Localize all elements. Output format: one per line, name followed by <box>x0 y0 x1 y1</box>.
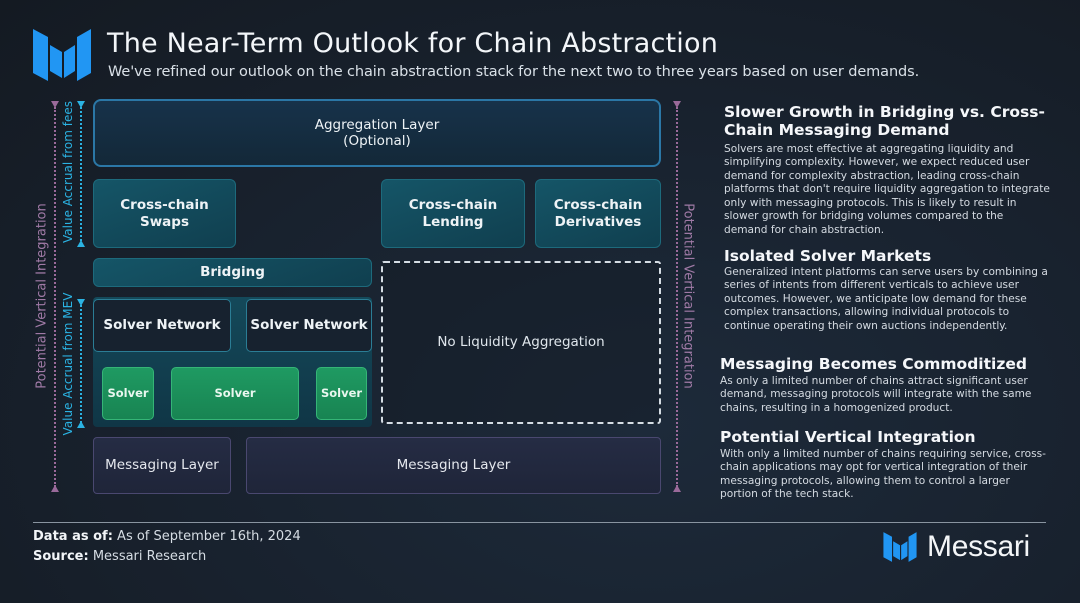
note-heading: Potential Vertical Integration <box>720 428 976 446</box>
cross-chain-lending-box: Cross-chain Lending <box>381 179 525 248</box>
page-subtitle: We've refined our outlook on the chain a… <box>108 64 920 80</box>
data-as-of-value: As of September 16th, 2024 <box>117 529 301 544</box>
note-heading-line: Chain Messaging Demand <box>724 120 950 139</box>
note-body: Solvers are most effective at aggregatin… <box>724 143 1050 236</box>
logo-bar-4 <box>77 29 91 81</box>
logo-bar-2 <box>50 45 62 78</box>
page-title: The Near-Term Outlook for Chain Abstract… <box>107 28 719 59</box>
cross-chain-swaps-label: Cross-chain Swaps <box>120 197 209 230</box>
messari-logo-icon <box>883 532 917 562</box>
left-axis-label: Potential Vertical Integration <box>34 203 50 389</box>
note-heading: Isolated Solver Markets <box>724 247 932 265</box>
solver-network-label: Solver Network <box>250 317 368 334</box>
footer-divider <box>33 522 1046 523</box>
messari-brand: Messari <box>883 530 1030 564</box>
arrow-up-icon <box>77 240 85 247</box>
messaging-layer-box: Messaging Layer <box>246 437 661 494</box>
no-liquidity-aggregation-label: No Liquidity Aggregation <box>437 334 605 351</box>
axis-line <box>80 305 82 423</box>
mev-axis-label: Value Accrual from MEV <box>61 292 75 436</box>
solver-network-box: Solver Network <box>93 299 231 352</box>
logo-bar-3 <box>64 45 75 78</box>
logo-bar-1 <box>33 29 48 81</box>
solver-label: Solver <box>214 385 256 400</box>
arrow-up-icon <box>51 485 59 492</box>
bridging-box: Bridging <box>93 258 372 287</box>
solver-box: Solver <box>171 367 299 420</box>
solver-box: Solver <box>102 367 154 420</box>
bridging-label: Bridging <box>200 264 265 281</box>
solver-box: Solver <box>316 367 367 420</box>
source-value: Messari Research <box>92 549 207 564</box>
brand-name: Messari <box>927 530 1030 563</box>
source-label: Source: <box>33 549 89 564</box>
cross-chain-derivatives-label-1: Cross-chain <box>553 197 643 214</box>
cross-chain-derivatives-box: Cross-chain Derivatives <box>535 179 661 248</box>
aggregation-layer-box: Aggregation Layer (Optional) <box>93 99 661 167</box>
no-liquidity-aggregation-box: No Liquidity Aggregation <box>381 261 661 424</box>
axis-line <box>676 107 678 487</box>
aggregation-layer-optional: (Optional) <box>343 133 411 149</box>
cross-chain-derivatives-label-2: Derivatives <box>554 213 642 230</box>
aggregation-layer-label: Aggregation Layer <box>314 116 440 133</box>
note-body: With only a limited number of chains req… <box>720 448 1046 501</box>
axis-line <box>80 107 82 241</box>
solver-label: Solver <box>320 385 363 400</box>
solver-network-label: Solver Network <box>103 317 221 334</box>
cross-chain-swaps-box: Cross-chain Swaps <box>93 179 236 248</box>
note-heading: Messaging Becomes Commoditized <box>720 355 1027 373</box>
note-heading-line: Slower Growth in Bridging vs. Cross- <box>724 103 1045 121</box>
fees-axis-label: Value Accrual from fees <box>61 101 75 243</box>
note-body: As only a limited number of chains attra… <box>720 375 1032 414</box>
data-as-of-label: Data as of: <box>33 529 113 544</box>
right-axis-label: Potential Vertical Integration <box>680 203 696 389</box>
arrow-up-icon <box>673 485 681 492</box>
note-body: Generalized intent platforms can serve u… <box>724 266 1048 332</box>
data-as-of: Data as of: As of September 16th, 2024 <box>33 529 301 544</box>
solver-network-box: Solver Network <box>246 299 372 352</box>
messaging-layer-box: Messaging Layer <box>93 437 231 494</box>
note-heading: Slower Growth in Bridging vs. Cross- Cha… <box>724 103 1064 140</box>
source: Source: Messari Research <box>33 549 206 564</box>
messaging-layer-label: Messaging Layer <box>396 457 511 474</box>
arrow-up-icon <box>77 421 85 428</box>
cross-chain-lending-label: Cross-chain Lending <box>408 197 498 230</box>
solver-label: Solver <box>107 385 149 400</box>
messari-logo-icon <box>33 29 91 81</box>
messaging-layer-label: Messaging Layer <box>105 457 219 474</box>
axis-line <box>54 107 56 487</box>
